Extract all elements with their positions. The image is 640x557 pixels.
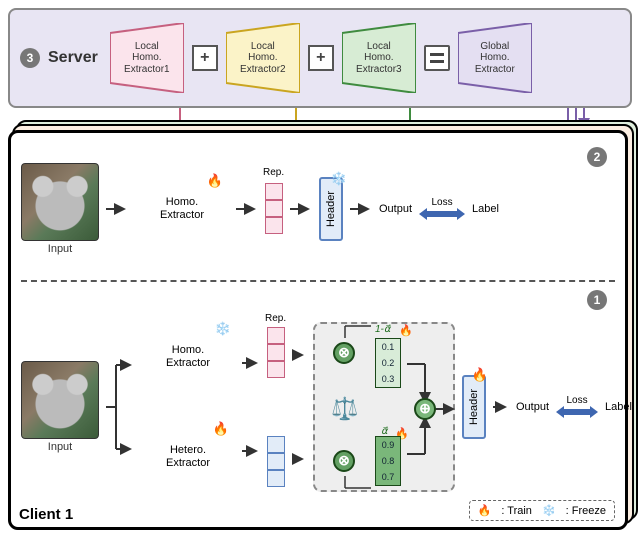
input-label-top: Input	[48, 243, 72, 255]
train-icon: 🔥	[478, 504, 492, 517]
hetero-extractor-bot-label: Hetero. Extractor	[166, 444, 210, 469]
loss-label-top: Loss	[431, 197, 452, 208]
stage-divider	[21, 280, 615, 282]
arrow	[493, 401, 509, 413]
equals-op	[424, 45, 450, 71]
local-extractor-2: Local Homo. Extractor2	[226, 23, 300, 93]
homo-extractor-top-label: Homo. Extractor	[160, 196, 204, 221]
header-label-top: Header	[325, 190, 337, 226]
alpha-hi-vector: 0.9 0.8 0.7	[375, 436, 401, 486]
homo-extractor-top: Homo. Extractor 🔥	[135, 172, 229, 246]
rep-vector-top	[265, 183, 283, 234]
loss-label-bot: Loss	[566, 395, 587, 406]
branch-split	[106, 327, 134, 487]
local-extractor-1-label: Local Homo. Extractor1	[124, 41, 170, 76]
local-extractor-3: Local Homo. Extractor3	[342, 23, 416, 93]
input-image-bot	[21, 361, 99, 439]
alpha-cell: 0.3	[376, 371, 400, 387]
label-label-bot: Label	[605, 401, 632, 413]
freeze-icon: ❄️	[331, 171, 347, 187]
balance-icon: ⚖️	[331, 396, 358, 422]
stage-badge-3: 3	[20, 48, 40, 68]
local-extractor-3-label: Local Homo. Extractor3	[356, 41, 402, 76]
train-icon: 🔥	[472, 367, 488, 383]
arrow-pair-2	[292, 327, 306, 487]
input-label-bot: Input	[48, 441, 72, 453]
global-extractor-label: Global Homo. Extractor	[475, 41, 515, 76]
arrow	[106, 203, 128, 215]
stage-badge-1: 1	[587, 290, 607, 310]
alpha-lo-vector: 0.1 0.2 0.3	[375, 338, 401, 388]
alpha-cell: 0.7	[376, 469, 400, 485]
rep-vector-homo	[267, 327, 285, 378]
loss-arrow-top: Loss	[419, 197, 465, 220]
arrow	[290, 203, 312, 215]
alpha-cell: 0.9	[376, 437, 400, 453]
loss-arrow-bot: Loss	[556, 395, 598, 418]
arrow	[350, 203, 372, 215]
rep-label-top: Rep.	[263, 167, 284, 178]
plus-op-1: +	[192, 45, 218, 71]
output-label-top: Output	[379, 203, 412, 215]
header-block-bot: Header 🔥	[462, 375, 486, 439]
server-panel: 3 Server Local Homo. Extractor1 + Local …	[8, 8, 632, 108]
client-name: Client 1	[19, 506, 73, 523]
client-stack: 2 Input Homo. Extractor 🔥 Rep.	[8, 120, 632, 530]
legend-train-label: : Train	[501, 505, 532, 517]
stage-2-row: 2 Input Homo. Extractor 🔥 Rep.	[21, 141, 615, 276]
plus-op-2: +	[308, 45, 334, 71]
stage-badge-2: 2	[587, 147, 607, 167]
alpha-cell: 0.1	[376, 339, 400, 355]
client-1-panel: 2 Input Homo. Extractor 🔥 Rep.	[8, 130, 628, 530]
local-extractor-1: Local Homo. Extractor1	[110, 23, 184, 93]
alpha-cell: 0.8	[376, 453, 400, 469]
alpha-lo-label: 1-α⃗	[375, 324, 390, 335]
add-op: ⊕	[414, 398, 436, 420]
alpha-cell: 0.2	[376, 355, 400, 371]
label-label-top: Label	[472, 203, 499, 215]
arrow-pair	[242, 327, 260, 487]
mix-box: ⊗ ⊗ ⚖️ 1-α⃗ 🔥 0.1 0.2 0.3 α⃗ 🔥 0.9	[313, 322, 455, 492]
freeze-icon: ❄️	[542, 504, 556, 517]
train-icon: 🔥	[213, 422, 229, 437]
stage-1-row: 1 Input Homo. Extractor ❄️ Het	[21, 284, 615, 523]
header-block-top: Header ❄️	[319, 177, 343, 241]
input-image-top	[21, 163, 99, 241]
legend: 🔥 : Train ❄️ : Freeze	[469, 500, 615, 521]
local-extractor-2-label: Local Homo. Extractor2	[240, 41, 286, 76]
train-icon: 🔥	[207, 174, 223, 189]
server-title: Server	[48, 49, 98, 67]
legend-freeze-label: : Freeze	[566, 505, 606, 517]
arrow	[236, 203, 258, 215]
rep-vector-hetero	[267, 436, 285, 487]
global-extractor: Global Homo. Extractor	[458, 23, 532, 93]
hetero-extractor-bot: Hetero. Extractor 🔥	[141, 422, 235, 492]
homo-extractor-bot-label: Homo. Extractor	[166, 344, 210, 369]
output-label-bot: Output	[516, 401, 549, 413]
homo-extractor-bot: Homo. Extractor ❄️	[141, 322, 235, 392]
header-label-bot: Header	[468, 388, 480, 424]
freeze-icon: ❄️	[215, 322, 231, 337]
rep-label-bot: Rep.	[265, 313, 286, 324]
